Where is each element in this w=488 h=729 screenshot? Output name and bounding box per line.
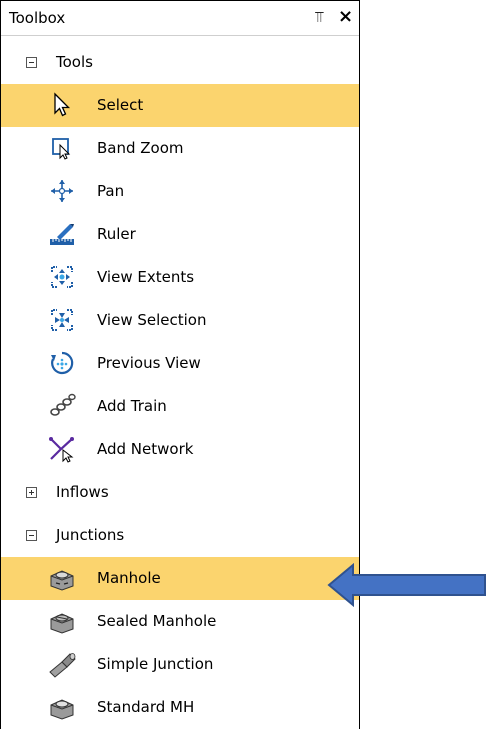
group-label: Junctions (56, 526, 125, 544)
tool-ruler[interactable]: Ruler (1, 213, 359, 256)
close-icon[interactable]: × (338, 6, 353, 27)
group-label: Inflows (56, 483, 109, 501)
expand-icon[interactable] (26, 487, 37, 498)
tool-view-selection[interactable]: View Selection (1, 299, 359, 342)
tool-add-train[interactable]: Add Train (1, 385, 359, 428)
toolbox-title-bar: Toolbox ⫪ × (1, 1, 359, 36)
tool-label: Add Network (97, 440, 194, 458)
group-label: Tools (56, 53, 93, 71)
group-tools[interactable]: Tools (1, 41, 359, 84)
standard-mh-icon (50, 699, 74, 720)
simple-junction-icon (49, 653, 76, 678)
tool-label: Manhole (97, 569, 161, 587)
tool-label: Sealed Manhole (97, 612, 217, 630)
tool-label: Add Train (97, 397, 167, 415)
tool-select[interactable]: Select (1, 84, 359, 127)
previous-view-icon (51, 351, 74, 375)
tool-manhole[interactable]: Manhole (1, 557, 359, 600)
cursor-arrow-icon (54, 92, 71, 117)
tool-add-network[interactable]: Add Network (1, 428, 359, 471)
tool-simple-junction[interactable]: Simple Junction (1, 643, 359, 686)
tool-label: Standard MH (97, 698, 195, 716)
tool-sealed-manhole[interactable]: Sealed Manhole (1, 600, 359, 643)
tool-view-extents[interactable]: View Extents (1, 256, 359, 299)
tool-label: Pan (97, 182, 125, 200)
view-selection-icon (51, 309, 73, 331)
tool-band-zoom[interactable]: Band Zoom (1, 127, 359, 170)
tool-standard-mh[interactable]: Standard MH (1, 686, 359, 729)
band-zoom-icon (52, 138, 71, 160)
tool-label: View Selection (97, 311, 207, 329)
pan-arrows-icon (51, 180, 73, 202)
collapse-icon[interactable] (26, 57, 37, 68)
tool-label: Select (97, 96, 144, 114)
tool-label: View Extents (97, 268, 195, 286)
toolbox-title: Toolbox (9, 9, 66, 27)
collapse-icon[interactable] (26, 530, 37, 541)
tool-previous-view[interactable]: Previous View (1, 342, 359, 385)
callout-arrow-icon (327, 563, 486, 607)
tool-label: Band Zoom (97, 139, 184, 157)
tool-label: Previous View (97, 354, 201, 372)
add-network-icon (49, 437, 74, 463)
toolbox-panel: Toolbox ⫪ × Tools Select Band Zoom Pan R… (0, 0, 360, 729)
group-inflows[interactable]: Inflows (1, 471, 359, 514)
tool-label: Ruler (97, 225, 136, 243)
tool-label: Simple Junction (97, 655, 214, 673)
add-train-icon (50, 393, 76, 416)
sealed-manhole-icon (50, 613, 74, 634)
pin-icon[interactable]: ⫪ (315, 8, 323, 26)
view-extents-icon (51, 266, 73, 288)
tool-pan[interactable]: Pan (1, 170, 359, 213)
group-junctions[interactable]: Junctions (1, 514, 359, 557)
manhole-icon (50, 570, 74, 591)
ruler-icon (50, 224, 74, 245)
